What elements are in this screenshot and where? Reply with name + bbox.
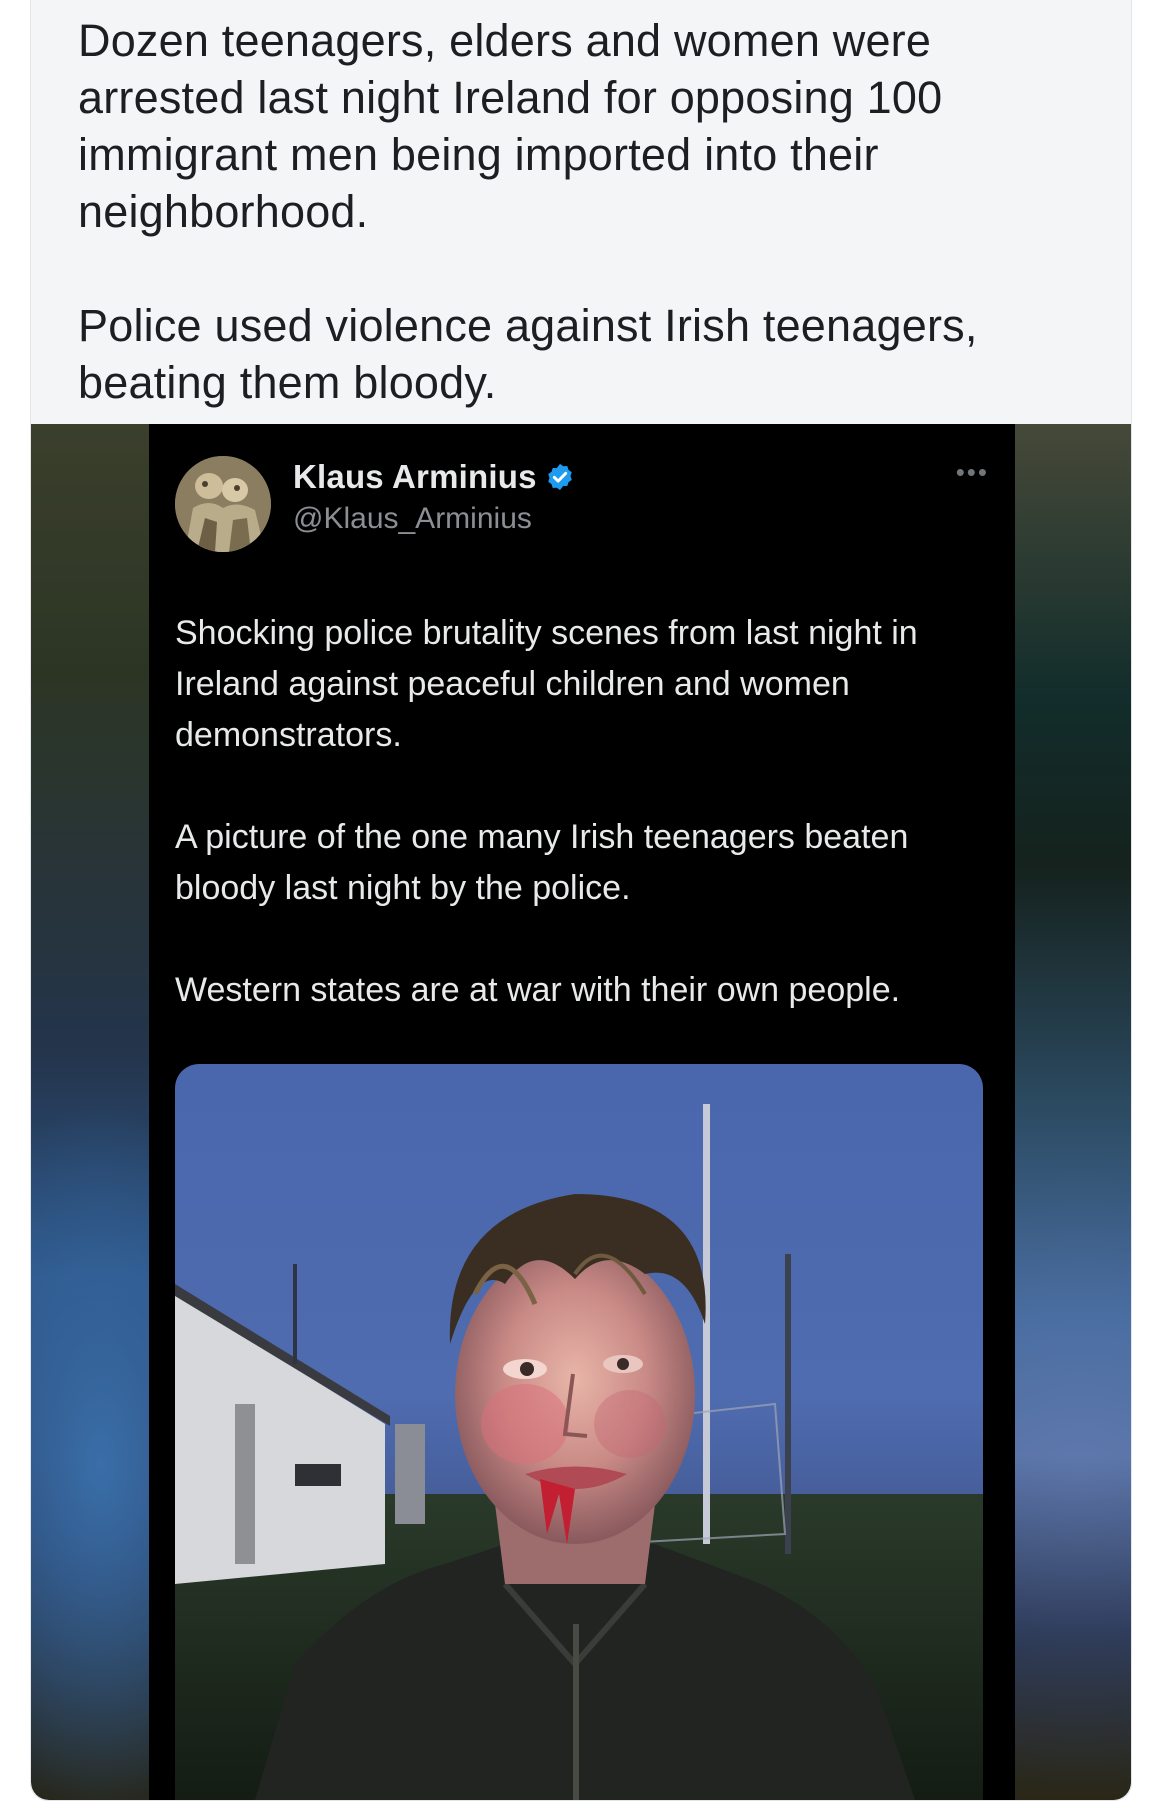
verified-badge-icon bbox=[547, 463, 572, 491]
avatar-image bbox=[175, 456, 271, 552]
avatar bbox=[175, 456, 271, 552]
post-text: Dozen teenagers, elders and women were a… bbox=[78, 12, 1088, 411]
post-card: Dozen teenagers, elders and women were a… bbox=[30, 0, 1132, 1801]
author-name[interactable]: Klaus Arminius bbox=[293, 458, 575, 496]
embedded-paragraph: A picture of the one many Irish teenager… bbox=[175, 818, 909, 907]
embedded-paragraph: Western states are at war with their own… bbox=[175, 971, 901, 1009]
photo-image bbox=[175, 1064, 983, 1800]
author-name-text: Klaus Arminius bbox=[293, 458, 537, 495]
post-paragraph: Police used violence against Irish teena… bbox=[78, 300, 978, 408]
embedded-tweet-text: Shocking police brutality scenes from la… bbox=[175, 608, 995, 1016]
more-options-icon[interactable]: ••• bbox=[956, 459, 989, 485]
post-media[interactable]: Klaus Arminius @Klaus_Arminius ••• Shock… bbox=[31, 424, 1131, 1800]
embedded-tweet-screenshot: Klaus Arminius @Klaus_Arminius ••• Shock… bbox=[149, 424, 1015, 1800]
tweet-photo[interactable] bbox=[175, 1064, 983, 1800]
post-paragraph: Dozen teenagers, elders and women were a… bbox=[78, 15, 943, 237]
embedded-paragraph: Shocking police brutality scenes from la… bbox=[175, 614, 918, 754]
media-blur-edge bbox=[1011, 424, 1131, 1800]
author-handle[interactable]: @Klaus_Arminius bbox=[293, 502, 532, 536]
